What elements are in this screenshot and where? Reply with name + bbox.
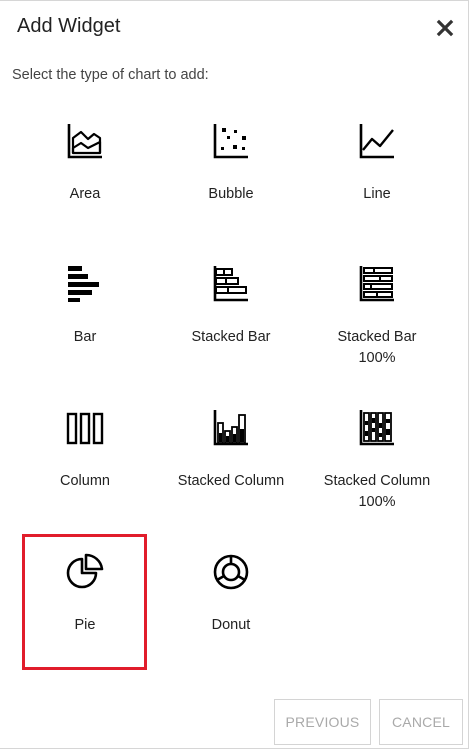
bubble-chart-icon <box>213 124 248 159</box>
stacked-bar-100-chart-icon <box>359 266 394 302</box>
chart-option-stacked-column-100[interactable]: Stacked Column 100% <box>315 409 439 539</box>
chart-option-label: Stacked Column <box>177 473 285 489</box>
label-line-1: Stacked Column <box>323 473 431 489</box>
label-line-2: 100% <box>358 350 396 366</box>
chart-option-label: Donut <box>211 617 251 633</box>
chart-option-bar[interactable]: Bar <box>23 265 147 395</box>
chart-option-label: Bubble <box>208 186 254 202</box>
close-icon <box>436 19 454 37</box>
stacked-column-100-chart-icon <box>359 410 394 446</box>
label-line-1: Stacked Bar <box>337 329 417 345</box>
chart-option-label: Stacked Bar 100% <box>295 327 459 369</box>
pie-chart-icon <box>66 553 104 589</box>
chart-option-label: Bar <box>73 329 97 345</box>
add-widget-dialog: Add Widget Select the type of chart to a… <box>0 0 469 749</box>
column-chart-icon <box>66 412 104 445</box>
dialog-title: Add Widget <box>17 15 121 37</box>
chart-option-bubble[interactable]: Bubble <box>169 122 293 252</box>
chart-option-column[interactable]: Column <box>23 409 147 539</box>
chart-option-stacked-bar[interactable]: Stacked Bar <box>169 265 293 395</box>
chart-option-label: Stacked Column 100% <box>295 471 459 513</box>
cancel-button[interactable]: CANCEL <box>379 699 463 745</box>
chart-option-stacked-bar-100[interactable]: Stacked Bar 100% <box>315 265 439 395</box>
chart-option-area[interactable]: Area <box>23 122 147 252</box>
chart-option-line[interactable]: Line <box>315 122 439 252</box>
stacked-bar-chart-icon <box>213 266 248 302</box>
chart-option-label: Area <box>69 186 101 202</box>
area-chart-icon <box>67 124 102 159</box>
donut-chart-icon <box>213 554 249 590</box>
chart-option-label: Pie <box>74 617 96 633</box>
chart-option-label: Column <box>60 473 110 489</box>
previous-button[interactable]: PREVIOUS <box>274 699 371 745</box>
chart-option-donut[interactable]: Donut <box>169 553 293 683</box>
chart-option-label: Line <box>363 186 391 202</box>
label-line-2: 100% <box>358 494 396 510</box>
chart-option-stacked-column[interactable]: Stacked Column <box>169 409 293 539</box>
stacked-column-chart-icon <box>213 410 248 446</box>
dialog-subtitle: Select the type of chart to add: <box>12 67 209 83</box>
line-chart-icon <box>359 124 394 159</box>
close-button[interactable] <box>433 16 457 40</box>
chart-option-label: Stacked Bar <box>191 329 271 345</box>
bar-chart-icon <box>68 266 99 302</box>
chart-option-pie[interactable]: Pie <box>23 553 147 683</box>
